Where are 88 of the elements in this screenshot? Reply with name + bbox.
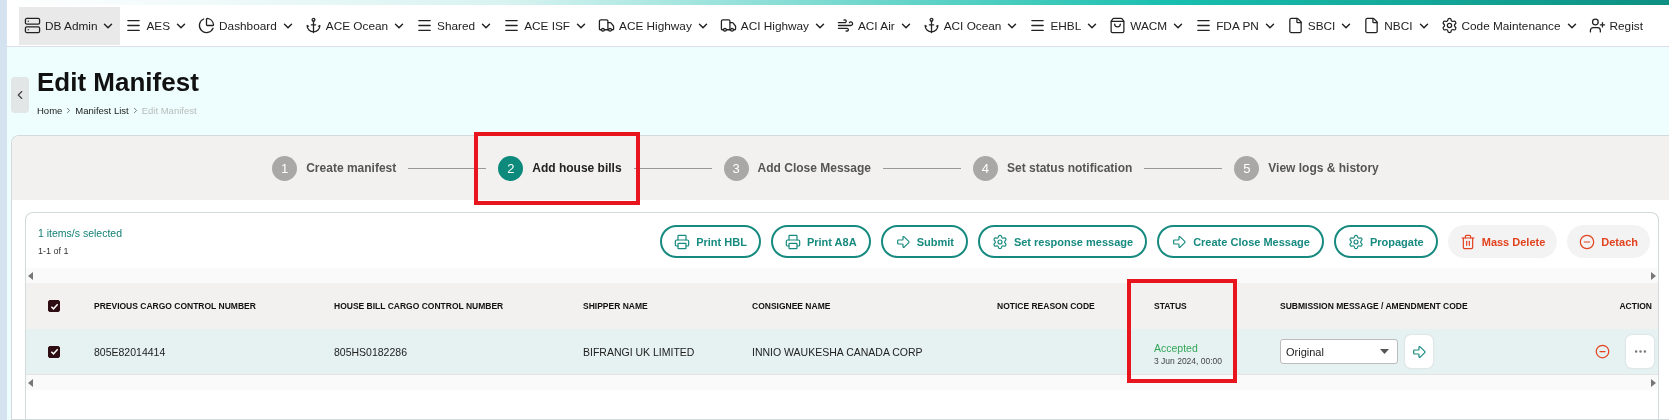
action-button[interactable]: Propagate: [1333, 225, 1438, 258]
anchor-icon: [304, 17, 322, 34]
nav-menu-item[interactable]: Shared: [411, 6, 499, 45]
table-cell: BIFRANGI UK LIMITED: [583, 329, 752, 375]
minus-circle-icon: [1579, 233, 1596, 250]
nav-menu-item[interactable]: Dashboard: [193, 6, 300, 45]
menu-icon: [416, 17, 434, 34]
shopping-bag-icon: [1109, 17, 1127, 34]
nav-menu-item[interactable]: Code Maintenance: [1435, 6, 1584, 45]
settings-icon: [1347, 233, 1364, 250]
horizontal-scrollbar[interactable]: [26, 375, 1658, 390]
nav-menu-item[interactable]: SBCI: [1281, 6, 1359, 45]
pagination-range: 1-1 of 1: [38, 246, 70, 256]
step-label[interactable]: Set status notification: [1006, 161, 1133, 175]
scroll-right-icon[interactable]: [1651, 271, 1656, 280]
step-label[interactable]: Add Close Message: [757, 161, 871, 175]
select-all-checkbox[interactable]: [48, 300, 60, 312]
file-icon: [1286, 17, 1304, 34]
menu-icon: [503, 17, 521, 34]
action-button[interactable]: Submit: [880, 225, 968, 258]
page-title: Edit Manifest: [37, 67, 199, 98]
nav-menu-item[interactable]: NBCI: [1358, 6, 1436, 45]
menu-icon: [1029, 17, 1047, 34]
truck-icon: [719, 17, 737, 34]
trash-icon: [1459, 233, 1476, 250]
column-header: ACTION: [1560, 283, 1658, 329]
arrow-right-icon: [1411, 343, 1427, 360]
arrow-right-icon: [1171, 233, 1188, 250]
arrow-right-icon: [894, 233, 911, 250]
horizontal-scrollbar[interactable]: [26, 268, 1658, 283]
action-button[interactable]: Set response message: [977, 225, 1148, 258]
table-cell: 805HS0182286: [334, 329, 583, 375]
settings-icon: [1440, 17, 1458, 34]
settings-icon: [991, 233, 1008, 250]
scroll-right-icon[interactable]: [1651, 378, 1656, 387]
breadcrumb-link[interactable]: Home: [37, 105, 63, 116]
column-header: PREVIOUS CARGO CONTROL NUMBER: [94, 283, 334, 329]
back-button[interactable]: [11, 77, 29, 113]
action-button[interactable]: Detach: [1567, 225, 1650, 258]
menu-icon: [1195, 17, 1213, 34]
pie-chart-icon: [198, 17, 216, 34]
submission-select[interactable]: Original: [1280, 339, 1398, 364]
table-cell: INNIO WAUKESHA CANADA CORP: [752, 329, 997, 375]
column-header: SHIPPER NAME: [583, 283, 752, 329]
column-header: NOTICE REASON CODE: [997, 283, 1127, 329]
nav-menu-item[interactable]: Regist: [1583, 6, 1648, 45]
nav-menu-item[interactable]: ACI Air: [832, 6, 918, 45]
column-header: SUBMISSION MESSAGE / AMENDMENT CODE: [1280, 283, 1560, 329]
action-button[interactable]: Mass Delete: [1447, 225, 1558, 258]
step-label[interactable]: Create manifest: [306, 161, 397, 175]
scroll-left-icon[interactable]: [28, 271, 33, 280]
printer-icon: [784, 233, 801, 250]
column-header: HOUSE BILL CARGO CONTROL NUMBER: [334, 283, 583, 329]
nav-menu-item[interactable]: ACE Highway: [593, 6, 715, 45]
send-button[interactable]: [1405, 335, 1433, 368]
nav-menu-item[interactable]: ACE ISF: [498, 6, 593, 45]
action-button[interactable]: Print HBL: [660, 225, 761, 258]
row-checkbox[interactable]: [48, 345, 60, 358]
step-number[interactable]: 2: [498, 155, 524, 181]
file-icon: [1363, 17, 1381, 34]
nav-menu-item[interactable]: WACM: [1104, 6, 1191, 45]
minus-circle-icon: [1594, 344, 1610, 359]
menu-icon: [125, 17, 143, 34]
dropdown-caret-icon: [1380, 349, 1389, 354]
wind-icon: [837, 17, 854, 34]
table-cell: 805E82014414: [94, 329, 334, 375]
nav-menu-item[interactable]: ACE Ocean: [299, 6, 412, 45]
nav-menu-item[interactable]: ACI Highway: [714, 6, 832, 45]
nav-menu-item[interactable]: EHBL: [1024, 6, 1105, 45]
step-label[interactable]: Add house bills: [532, 161, 622, 175]
selection-count: 1 items/s selected: [38, 227, 123, 239]
printer-icon: [674, 233, 691, 250]
anchor-icon: [922, 17, 940, 34]
user-plus-icon: [1588, 17, 1606, 34]
nav-menu-item[interactable]: ACI Ocean: [917, 6, 1025, 45]
server-icon: [24, 17, 41, 34]
column-header: CONSIGNEE NAME: [752, 283, 997, 329]
status-text: Accepted: [1154, 341, 1199, 354]
action-button[interactable]: Print A8A: [770, 225, 871, 258]
breadcrumb-link[interactable]: Manifest List: [75, 105, 129, 116]
truck-icon: [598, 17, 615, 34]
nav-menu-item[interactable]: FDA PN: [1190, 6, 1282, 45]
action-button[interactable]: Create Close Message: [1157, 225, 1324, 258]
scroll-left-icon[interactable]: [28, 378, 33, 387]
step-label[interactable]: View logs & history: [1268, 161, 1379, 175]
status-date: 3 Jun 2024, 00:00: [1154, 355, 1223, 366]
nav-menu-item[interactable]: AES: [120, 6, 194, 45]
nav-menu-item[interactable]: DB Admin: [19, 6, 121, 45]
